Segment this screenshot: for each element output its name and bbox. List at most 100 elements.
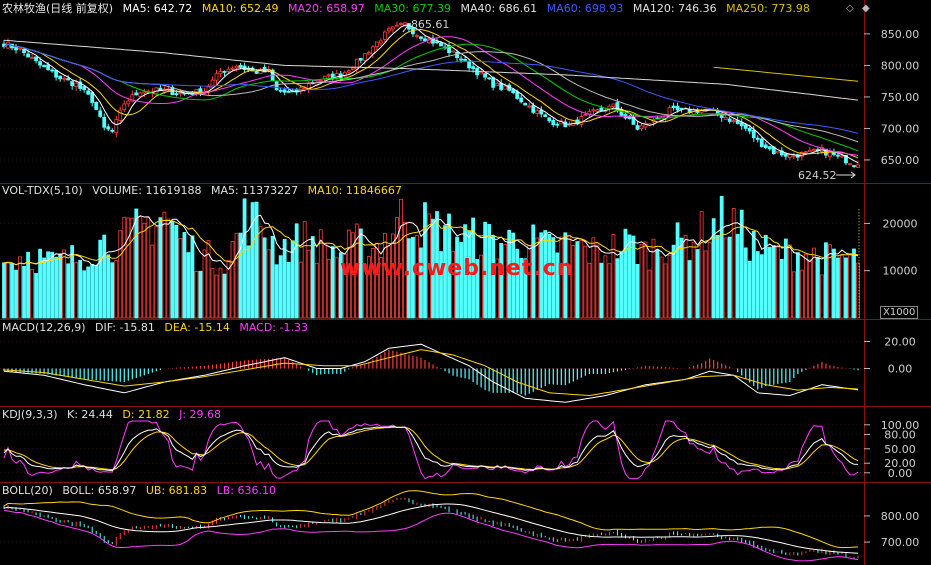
candle (495, 82, 500, 87)
candle (387, 27, 391, 32)
kdj-j: J: 29.68 (179, 408, 222, 421)
vol-ma5: MA5: 11373227 (210, 184, 299, 197)
volume-bar (218, 267, 223, 319)
boll-name[interactable]: BOLL(20) (2, 484, 53, 497)
y-tick-label: 800.00 (881, 59, 920, 72)
volume-bar (54, 256, 59, 319)
candle (254, 70, 259, 74)
volume-bar (675, 222, 680, 319)
candle (463, 59, 467, 61)
volume-bar (326, 258, 331, 319)
volume-bar (611, 234, 616, 319)
candle (751, 129, 756, 139)
diamond-filled-icon[interactable]: ◆ (862, 3, 870, 14)
diamond-icon[interactable]: ◇ (846, 3, 854, 14)
vol-name[interactable]: VOL-TDX(5,10) (2, 184, 83, 197)
volume-bar (266, 249, 271, 319)
volume-bar (258, 226, 263, 319)
candle (639, 125, 644, 129)
volume-bar (583, 245, 588, 319)
candle (515, 91, 520, 99)
candle (58, 75, 63, 80)
volume-bar (743, 247, 748, 319)
volume-bar (30, 269, 34, 319)
volume-bar (182, 232, 187, 319)
candle (487, 77, 492, 80)
candle (439, 42, 443, 47)
volume-bar (795, 252, 800, 319)
volume-bar (655, 249, 660, 319)
boll-ub: UB: 681.83 (145, 484, 208, 497)
ma5-label: MA5: 642.72 (122, 2, 193, 15)
candle (583, 114, 588, 117)
candle (675, 105, 680, 111)
candle (274, 81, 279, 91)
macd-header: MACD(12,26,9) DIF: -15.81 DEA: -15.14 MA… (2, 320, 314, 336)
kdj-header: KDJ(9,3,3) K: 24.44 D: 21.82 J: 29.68 (2, 407, 227, 423)
candle (138, 92, 143, 97)
candle (14, 47, 18, 51)
candle (114, 119, 119, 134)
volume-bar (619, 251, 624, 319)
candle (731, 120, 736, 123)
candle (18, 47, 22, 50)
volume-bar (86, 266, 91, 319)
volume-bar (791, 271, 796, 319)
kdj-d: D: 21.82 (122, 408, 170, 421)
candle (423, 38, 427, 42)
volume-bar (647, 269, 652, 319)
y-tick-label: 750.00 (881, 91, 920, 104)
volume-bar (170, 220, 175, 319)
volume-bar (178, 237, 183, 319)
volume-bar (623, 228, 628, 319)
candle (214, 73, 219, 81)
candle (142, 91, 147, 94)
volume-bar (110, 262, 115, 319)
volume-bar (22, 265, 26, 319)
volume-bar (635, 263, 640, 319)
candle (828, 151, 832, 158)
volume-bar (38, 248, 42, 319)
candle (358, 58, 363, 61)
stock-chart[interactable]: 650.00 700.00 750.00 800.00 850.00 865.61 624.… (0, 0, 931, 565)
candle (366, 52, 371, 55)
candle (459, 58, 463, 61)
candle (852, 165, 856, 167)
candle (527, 105, 532, 108)
candle (535, 110, 540, 114)
volume-bar (715, 235, 720, 319)
candle (595, 109, 600, 112)
candle (118, 109, 123, 121)
volume-bar (667, 254, 672, 319)
candle (50, 69, 55, 72)
volume-bar (703, 250, 708, 319)
volume-bar (824, 242, 828, 319)
y-tick-label: 100.00 (881, 419, 920, 432)
watermark: www.cweb.net.cn (340, 256, 574, 281)
volume-bar (114, 260, 119, 319)
candle (110, 129, 115, 132)
volume-bar (282, 238, 287, 319)
volume-bar (828, 244, 832, 319)
chart-title[interactable]: 农林牧渔(日线 前复权) (2, 2, 113, 15)
kdj-name[interactable]: KDJ(9,3,3) (2, 408, 58, 421)
volume-bar (783, 238, 788, 319)
volume-bar (214, 274, 219, 319)
candle (82, 86, 87, 90)
volume-bar (42, 257, 46, 319)
macd-name[interactable]: MACD(12,26,9) (2, 321, 86, 334)
candle (102, 117, 107, 128)
y-tick-label: 0.00 (888, 363, 913, 376)
volume-bar (250, 202, 255, 319)
ma30-label: MA30: 677.39 (374, 2, 451, 15)
candle (238, 65, 243, 68)
candle (747, 127, 752, 132)
candle (739, 122, 744, 127)
candle (767, 146, 772, 150)
volume-bar (639, 243, 644, 319)
volume-bar (302, 221, 307, 319)
candle (230, 67, 235, 70)
volume-bar (102, 234, 107, 319)
y-tick-label: 20000 (883, 217, 918, 230)
candle (775, 150, 780, 154)
